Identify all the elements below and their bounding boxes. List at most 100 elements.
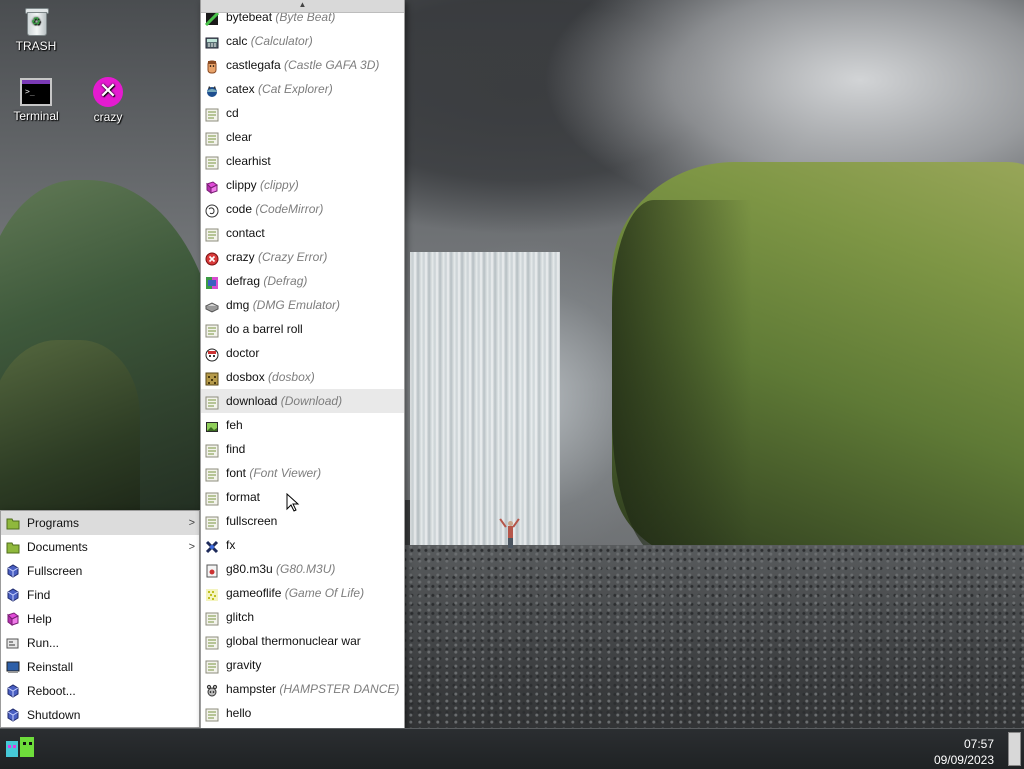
cube-icon [7,564,19,578]
start-button[interactable] [4,735,38,763]
program-item-castlegafa[interactable]: castlegafa (Castle GAFA 3D) [201,53,404,77]
run-icon [6,638,19,649]
program-item-doctor[interactable]: doctor [201,341,404,365]
desktop-icon-trash[interactable]: ♻ TRASH [4,6,68,53]
feh-icon [205,418,219,432]
file-icon [205,322,219,338]
start-menu-item-run[interactable]: Run... [1,631,199,655]
program-item-fx[interactable]: fx [201,533,404,557]
file-icon [205,106,219,122]
program-item-dmg[interactable]: dmg (DMG Emulator) [201,293,404,317]
clippy-book-icon [205,178,219,194]
show-desktop-button[interactable] [1008,732,1021,766]
file-icon [205,466,219,482]
folder-icon [6,518,20,530]
help-book-icon [7,612,19,626]
start-menu-item-label: Help [27,612,52,626]
program-name: dmg [226,298,250,312]
start-menu-item-shutdown[interactable]: Shutdown [1,703,199,727]
program-name: crazy [226,250,255,264]
terminal-icon: >_ [20,78,52,106]
start-menu-item-help[interactable]: Help [1,607,199,631]
start-menu-item-reinstall[interactable]: Reinstall [1,655,199,679]
program-item-hampster[interactable]: hampster (HAMPSTER DANCE) [201,677,404,701]
program-name: glitch [226,610,255,624]
program-name: download [226,394,278,408]
file-icon [205,394,219,410]
program-description: (Crazy Error) [258,250,328,264]
taskbar-clock[interactable]: 07:57 09/09/2023 [934,736,994,768]
program-item-download[interactable]: download (Download) [201,389,404,413]
program-item-feh[interactable]: feh [201,413,404,437]
program-item-gravity[interactable]: gravity [201,653,404,677]
start-menu-item-label: Reinstall [27,660,74,674]
desktop-icon-crazy[interactable]: ✕ crazy [76,77,140,124]
file-icon [205,226,219,242]
programs-menu-scroll-up[interactable]: ▲ [201,0,404,13]
desktop-icon-label: crazy [93,110,123,124]
crazy-error-icon: ✕ [93,77,123,107]
program-name: g80.m3u [226,562,273,576]
cube-icon [7,708,19,722]
program-name: calc [226,34,248,48]
program-item-dosbox[interactable]: dosbox (dosbox) [201,365,404,389]
program-description: (G80.M3U) [276,562,336,576]
program-description: (Font Viewer) [249,466,322,480]
cat-explorer-icon [205,82,219,97]
doctor-icon [205,346,219,362]
program-item-calc[interactable]: calc (Calculator) [201,29,404,53]
program-name: hampster [226,682,277,696]
clock-time: 07:57 [963,737,994,751]
program-description: (Castle GAFA 3D) [284,58,380,72]
wallpaper-cliff-shadow [612,200,752,560]
program-description: (Calculator) [250,34,313,48]
program-item-clippy[interactable]: clippy (clippy) [201,173,404,197]
program-name: find [226,442,246,456]
start-menu-item-label: Find [27,588,51,602]
program-name: doctor [226,346,260,360]
program-item-hello[interactable]: hello [201,701,404,725]
file-icon [205,610,219,626]
program-item-gameoflife[interactable]: gameoflife (Game Of Life) [201,581,404,605]
start-menu-item-fullscreen[interactable]: Fullscreen [1,559,199,583]
game-of-life-icon [205,586,219,601]
program-name: code [226,202,253,216]
crazy-error-icon [205,250,219,266]
clock-date: 09/09/2023 [933,753,994,767]
start-menu-item-label: Shutdown [27,708,81,722]
start-menu-item-documents[interactable]: Documents > [1,535,199,559]
desktop-icon-label: Terminal [13,109,59,123]
program-item-font[interactable]: font (Font Viewer) [201,461,404,485]
start-menu-item-find[interactable]: Find [1,583,199,607]
program-item-cd[interactable]: cd [201,101,404,125]
dosbox-icon [205,370,219,386]
program-item-clearhist[interactable]: clearhist [201,149,404,173]
program-item-code[interactable]: code (CodeMirror) [201,197,404,221]
program-name: gravity [226,658,262,672]
program-item-clear[interactable]: clear [201,125,404,149]
desktop-icon-label: TRASH [15,39,57,53]
scroll-up-arrow-icon: ▲ [298,0,307,9]
m3u-icon [205,562,219,578]
program-item-contact[interactable]: contact [201,221,404,245]
program-description: (Defrag) [263,274,308,288]
program-item-format[interactable]: format [201,485,404,509]
program-name: font [226,466,247,480]
program-item-glitch[interactable]: glitch [201,605,404,629]
program-item-fullscreen[interactable]: fullscreen [201,509,404,533]
start-menu-item-label: Fullscreen [27,564,83,578]
start-menu-item-label: Documents [27,540,88,554]
program-item-global-thermonuclear-war[interactable]: global thermonuclear war [201,629,404,653]
file-icon [205,634,219,650]
program-item-g80-m3u[interactable]: g80.m3u (G80.M3U) [201,557,404,581]
cube-icon [7,588,19,602]
start-menu-item-programs[interactable]: Programs > [1,511,199,535]
program-item-catex[interactable]: catex (Cat Explorer) [201,77,404,101]
file-icon [205,658,219,674]
desktop-icon-terminal[interactable]: >_ Terminal [4,78,68,123]
program-item-find[interactable]: find [201,437,404,461]
program-item-crazy[interactable]: crazy (Crazy Error) [201,245,404,269]
program-item-defrag[interactable]: defrag (Defrag) [201,269,404,293]
start-menu-item-reboot[interactable]: Reboot... [1,679,199,703]
program-item-do-a-barrel-roll[interactable]: do a barrel roll [201,317,404,341]
